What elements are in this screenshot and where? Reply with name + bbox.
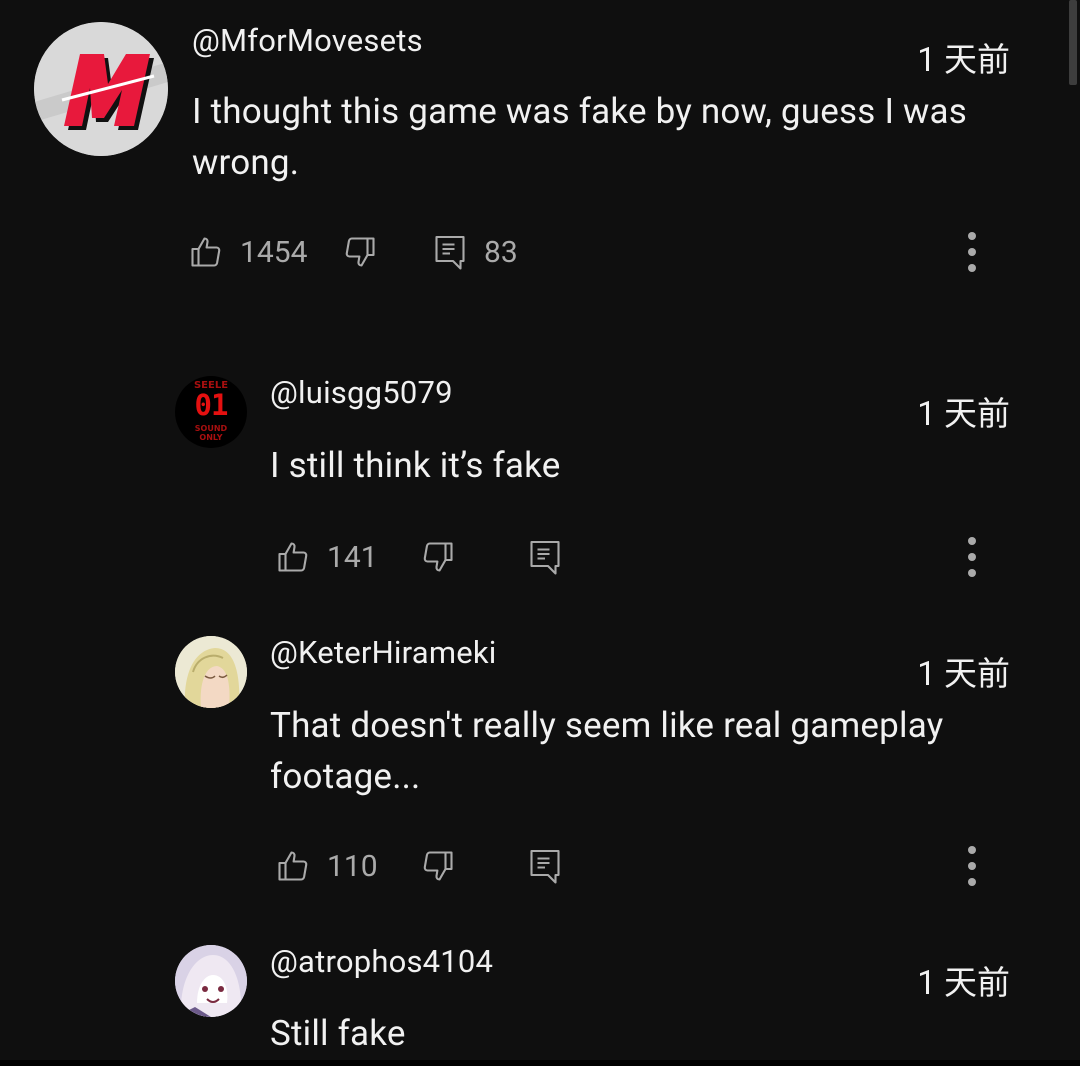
avatar[interactable] [34, 22, 168, 156]
comment-text: I still think it’s fake [270, 445, 561, 486]
scrollbar-thumb[interactable] [1069, 0, 1077, 85]
anime-character-avatar-icon [175, 945, 247, 1017]
screen-bottom-edge [0, 1060, 1080, 1066]
comment-actions: 141 [0, 532, 1080, 582]
comment-actions: 110 [0, 841, 1080, 891]
dislike-button[interactable] [420, 532, 456, 582]
like-count: 1454 [240, 234, 308, 270]
reply-count: 83 [484, 234, 518, 270]
comment-author[interactable]: @KeterHirameki [270, 634, 497, 671]
comment-text: Still fake [270, 1013, 406, 1054]
avatar[interactable] [175, 945, 247, 1017]
comment-timestamp: 1 天前 [917, 655, 1010, 694]
avatar-text-number: 01 [194, 388, 229, 422]
thumbs-down-icon [345, 237, 375, 267]
reply-comment-icon [530, 849, 560, 884]
thumbs-down-icon [423, 542, 453, 572]
avatar[interactable] [175, 636, 247, 708]
comment-actions: 1454 83 [0, 227, 1080, 277]
m-logo-avatar-icon [34, 22, 168, 156]
like-count: 141 [327, 539, 378, 575]
reply-comment-icon [530, 540, 560, 575]
dislike-button[interactable] [342, 227, 378, 277]
more-options-button[interactable] [959, 227, 985, 277]
anime-character-avatar-icon [175, 636, 247, 708]
dislike-button[interactable] [420, 841, 456, 891]
comment-timestamp: 1 天前 [917, 964, 1010, 1003]
thumbs-down-icon [423, 851, 453, 881]
like-count: 110 [327, 848, 378, 884]
like-button[interactable]: 141 [275, 532, 378, 582]
comment-timestamp: 1 天前 [917, 41, 1010, 80]
reply-button[interactable]: 83 [432, 227, 518, 277]
comment-text: I thought this game was fake by now, gue… [192, 91, 968, 183]
reply-button[interactable] [527, 841, 563, 891]
thumbs-up-icon [191, 237, 221, 267]
avatar-text-bottom: SOUND ONLY [194, 424, 228, 442]
comment-timestamp: 1 天前 [917, 395, 1010, 434]
like-button[interactable]: 1454 [188, 227, 307, 277]
like-button[interactable]: 110 [275, 841, 378, 891]
more-options-button[interactable] [959, 841, 985, 891]
comment-author[interactable]: @atrophos4104 [270, 943, 493, 980]
comment-author[interactable]: @luisgg5079 [270, 374, 453, 411]
thumbs-up-icon [278, 542, 308, 572]
scrollbar[interactable] [1068, 0, 1080, 85]
comment-author[interactable]: @MforMovesets [192, 22, 423, 59]
reply-button[interactable] [527, 532, 563, 582]
reply-comment-icon [435, 235, 465, 270]
thumbs-up-icon [278, 851, 308, 881]
comment-text: That doesn't really seem like real gamep… [270, 705, 944, 797]
more-options-button[interactable] [959, 532, 985, 582]
avatar[interactable]: SEELE 01 SOUND ONLY [175, 376, 247, 448]
